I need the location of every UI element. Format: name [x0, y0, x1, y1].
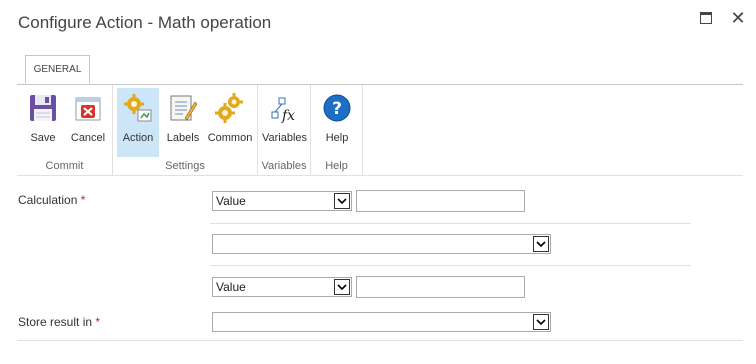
- cancel-label: Cancel: [70, 132, 106, 144]
- common-gears-icon: [215, 93, 243, 123]
- divider: [17, 340, 743, 341]
- calculation-label: Calculation *: [18, 193, 85, 207]
- action-button[interactable]: Action: [117, 88, 159, 157]
- maximize-button[interactable]: [696, 8, 716, 28]
- operand1-type-value: Value: [216, 194, 246, 208]
- svg-text:?: ?: [332, 99, 342, 119]
- action-label: Action: [122, 132, 154, 144]
- tab-general[interactable]: GENERAL: [25, 55, 90, 84]
- variables-button[interactable]: fx Variables: [260, 88, 309, 157]
- group-label-commit: Commit: [45, 160, 84, 172]
- labels-button[interactable]: Labels: [163, 88, 203, 157]
- save-label: Save: [30, 132, 56, 144]
- ribbon-group-settings: Action Labels Common Settings: [113, 85, 258, 175]
- close-button[interactable]: ✕: [728, 8, 748, 28]
- group-label-help: Help: [325, 160, 348, 172]
- group-label-variables: Variables: [261, 160, 307, 172]
- operand1-type-select[interactable]: Value: [212, 191, 352, 211]
- close-icon: ✕: [730, 8, 746, 28]
- maximize-icon: [700, 12, 712, 24]
- common-label: Common: [207, 132, 253, 144]
- store-result-select[interactable]: [212, 312, 551, 332]
- chevron-down-icon: [533, 314, 549, 330]
- cancel-x-icon: [75, 97, 101, 121]
- store-result-label-text: Store result in: [18, 315, 93, 329]
- ribbon-group-help: ? Help Help: [311, 85, 363, 175]
- chevron-down-icon: [334, 193, 350, 209]
- group-label-settings: Settings: [165, 160, 205, 172]
- operand1-value-input[interactable]: [356, 190, 525, 212]
- divider: [210, 265, 691, 266]
- variables-label: Variables: [261, 132, 308, 144]
- operator-select[interactable]: [212, 234, 551, 254]
- divider: [210, 223, 691, 224]
- chevron-down-icon: [334, 279, 350, 295]
- help-question-icon: ?: [323, 94, 351, 122]
- store-result-label: Store result in *: [18, 315, 100, 329]
- dialog-title: Configure Action - Math operation: [18, 13, 272, 32]
- labels-label: Labels: [166, 132, 200, 144]
- required-marker: *: [80, 193, 86, 207]
- labels-notepad-icon: [170, 95, 198, 121]
- chevron-down-icon: [533, 236, 549, 252]
- common-button[interactable]: Common: [205, 88, 255, 157]
- required-marker: *: [95, 315, 101, 329]
- ribbon: Save Cancel Commit Action Labels Common …: [17, 84, 743, 176]
- variables-fx-icon: fx: [271, 97, 295, 124]
- operand2-value-input[interactable]: [356, 276, 525, 298]
- ribbon-group-commit: Save Cancel Commit: [17, 85, 113, 175]
- svg-text:fx: fx: [281, 108, 295, 124]
- action-gears-icon: [124, 94, 152, 122]
- help-button[interactable]: ? Help: [315, 88, 359, 157]
- calculation-label-text: Calculation: [18, 193, 78, 207]
- operand2-type-value: Value: [216, 280, 246, 294]
- ribbon-group-variables: fx Variables Variables: [258, 85, 311, 175]
- cancel-button[interactable]: Cancel: [67, 88, 109, 157]
- help-label: Help: [325, 132, 349, 144]
- operand2-type-select[interactable]: Value: [212, 277, 352, 297]
- save-disk-icon: [30, 95, 56, 121]
- save-button[interactable]: Save: [23, 88, 63, 157]
